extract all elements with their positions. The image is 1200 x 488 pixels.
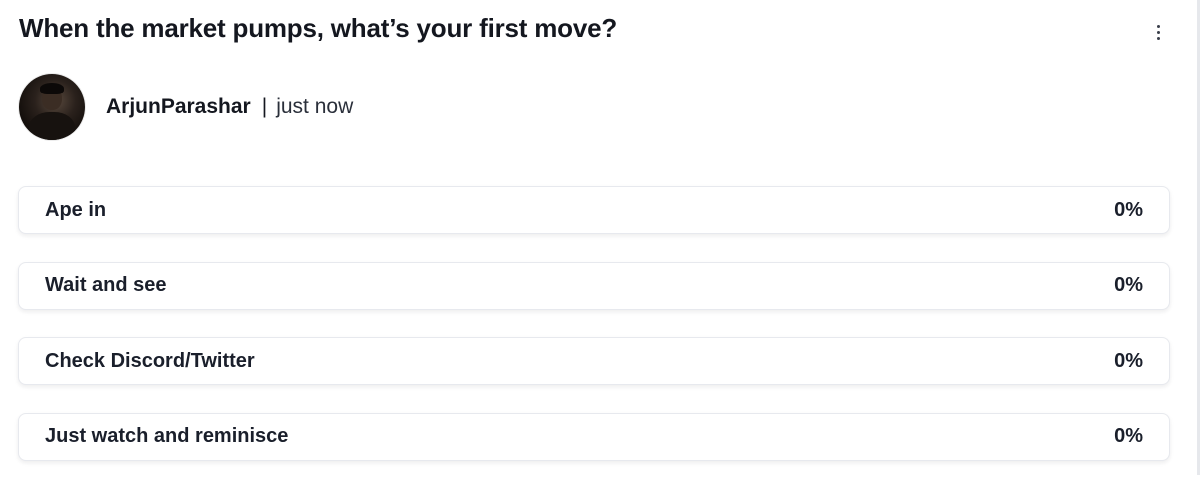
poll-option-just-watch-and-reminisce[interactable]: Just watch and reminisce 0%: [18, 412, 1170, 461]
avatar-body-shape: [29, 112, 75, 140]
author-row: ArjunParashar | just now: [19, 73, 353, 141]
more-vertical-icon: [1156, 24, 1160, 28]
author-name[interactable]: ArjunParashar: [106, 95, 251, 119]
avatar[interactable]: [19, 74, 85, 140]
poll-option-check-discord-twitter[interactable]: Check Discord/Twitter 0%: [18, 337, 1170, 385]
poll-options: Ape in 0% Wait and see 0% Check Discord/…: [18, 186, 1170, 488]
poll-option-label: Check Discord/Twitter: [45, 349, 255, 372]
avatar-hair-shape: [40, 83, 64, 94]
poll-option-ape-in[interactable]: Ape in 0%: [18, 186, 1170, 234]
poll-option-label: Just watch and reminisce: [45, 425, 289, 447]
more-vertical-icon-dot: [1156, 36, 1160, 40]
poll-option-label: Wait and see: [45, 274, 167, 296]
poll-option-label: Ape in: [45, 198, 107, 221]
more-vertical-icon-dot: [1156, 30, 1160, 34]
poll-option-percent: 0%: [1114, 425, 1143, 447]
author-meta: ArjunParashar | just now: [106, 95, 353, 119]
more-options-button[interactable]: [1146, 19, 1170, 45]
poll-option-wait-and-see[interactable]: Wait and see 0%: [18, 261, 1170, 310]
poll-option-percent: 0%: [1114, 198, 1143, 221]
poll-option-percent: 0%: [1114, 274, 1143, 296]
poll-title: When the market pumps, what’s your first…: [19, 13, 618, 43]
meta-separator: |: [261, 95, 268, 118]
post-timestamp: just now: [276, 95, 354, 118]
poll-option-percent: 0%: [1114, 349, 1143, 372]
